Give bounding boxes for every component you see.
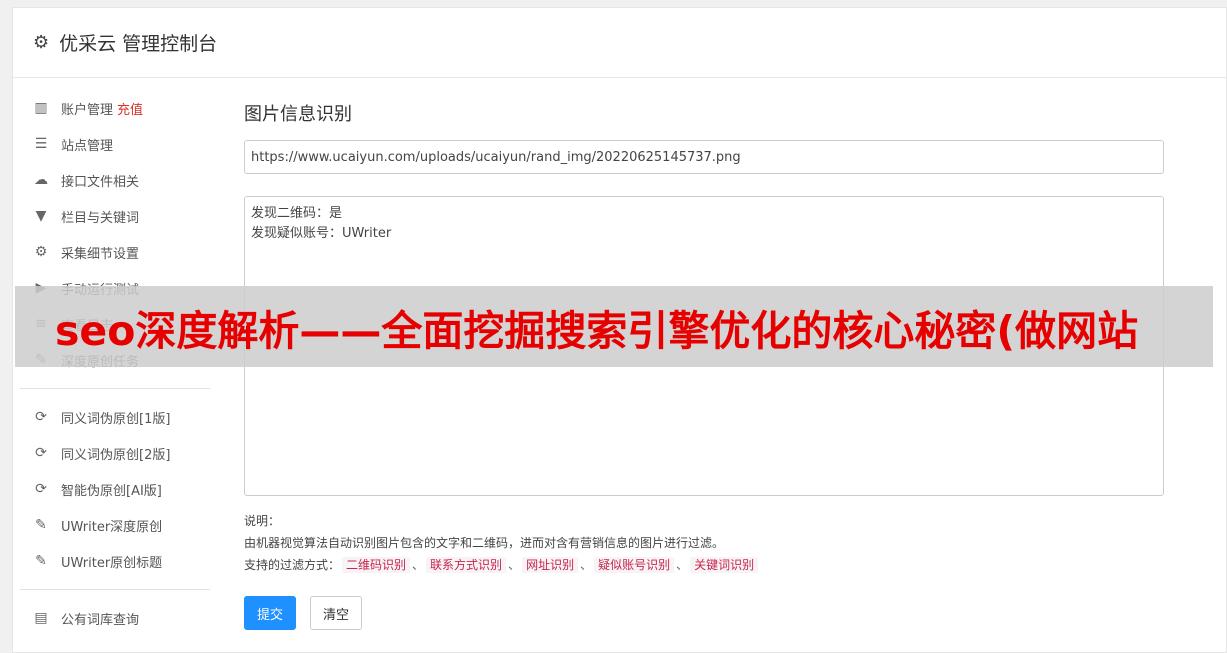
result-line: 发现二维码：是 [251,206,343,221]
sidebar-item-label: 同义词伪原创[2版] [61,447,171,463]
sidebar-item-label: 站点管理 [61,138,114,154]
sidebar-item-label: 公有词库查询 [61,612,140,628]
sidebar-group-3: ▤ 公有词库查询 [20,600,210,636]
sidebar-item[interactable]: ⟳ 智能伪原创[AI版] [20,471,210,507]
sidebar-item-label: UWriter深度原创 [61,519,163,535]
gear-icon: ⚙ [33,31,50,53]
sidebar-item[interactable]: ▤ 公有词库查询 [20,600,210,636]
note-label: 说明： [244,514,281,528]
sidebar-item-label: 接口文件相关 [61,174,140,190]
note-description: 由机器视觉算法自动识别图片包含的文字和二维码，进而对含有营销信息的图片进行过滤。 [244,536,725,550]
server-icon: ☰ [34,136,48,152]
sidebar-item-label: 采集细节设置 [61,246,140,262]
sidebar-item-label: 智能伪原创[AI版] [61,483,162,499]
sidebar-item-label: 栏目与关键词 [61,210,140,226]
bar-chart-icon: ▥ [34,100,48,116]
overlay-banner: seo深度解析——全面挖掘搜索引擎优化的核心秘密(做网站 [15,286,1213,367]
header: ⚙ 优采云 管理控制台 [13,8,1226,78]
result-line: 发现疑似账号：UWriter [251,226,392,241]
separator: 、 [412,558,425,572]
book-icon: ▤ [34,610,48,626]
refresh-icon: ⟳ [35,445,47,461]
edit-icon: ✎ [35,517,47,533]
filter-tag: 二维码识别 [342,557,411,573]
sidebar-item[interactable]: ✎ UWriter深度原创 [20,507,210,543]
sidebar-item[interactable]: ▼ 栏目与关键词 [20,198,210,234]
filter-icon: ▼ [35,208,47,224]
separator: 、 [676,558,689,572]
filter-tag: 网址识别 [522,557,579,573]
divider [20,589,210,590]
separator: 、 [580,558,593,572]
clear-button[interactable]: 清空 [310,596,363,630]
recharge-link[interactable]: 充值 [117,99,143,118]
help-note: 说明： 由机器视觉算法自动识别图片包含的文字和二维码，进而对含有营销信息的图片进… [244,510,1164,576]
edit-icon: ✎ [35,553,47,569]
filter-tag: 联系方式识别 [426,557,507,573]
cloud-upload-icon: ☁ [34,172,48,188]
sidebar-item[interactable]: ▥ 账户管理 充值 [20,90,210,126]
app-title: 优采云 管理控制台 [59,33,218,55]
sidebar-item[interactable]: ☰ 站点管理 [20,126,210,162]
submit-button[interactable]: 提交 [244,596,297,630]
button-row: 提交 清空 [244,596,1164,630]
sidebar-item[interactable]: ⚙ 采集细节设置 [20,234,210,270]
page-title: 图片信息识别 [244,104,352,125]
sidebar-group-2: ⟳ 同义词伪原创[1版] ⟳ 同义词伪原创[2版] ⟳ 智能伪原创[AI版] ✎ UWrite… [20,399,210,579]
sidebar-item[interactable]: ⟳ 同义词伪原创[2版] [20,435,210,471]
divider [20,388,210,389]
filter-label: 支持的过滤方式： [244,558,341,572]
gears-icon: ⚙ [34,244,48,260]
overlay-text: seo深度解析——全面挖掘搜索引擎优化的核心秘密(做网站 [55,306,1139,355]
sidebar-item[interactable]: ✎ UWriter原创标题 [20,543,210,579]
refresh-icon: ⟳ [35,481,47,497]
sidebar-item-label: 同义词伪原创[1版] [61,411,171,427]
filter-tag: 关键词识别 [690,557,759,573]
sidebar-item[interactable]: ⟳ 同义词伪原创[1版] [20,399,210,435]
sidebar-item-label: UWriter原创标题 [61,555,163,571]
sidebar-item-label: 账户管理 [61,102,114,118]
separator: 、 [508,558,521,572]
filter-methods: 支持的过滤方式： 二维码识别、联系方式识别、网址识别、疑似账号识别、关键词识别 [244,554,1164,576]
sidebar-item[interactable]: ☁ 接口文件相关 [20,162,210,198]
refresh-icon: ⟳ [35,409,47,425]
image-url-input[interactable] [244,140,1164,174]
filter-tag: 疑似账号识别 [594,557,675,573]
